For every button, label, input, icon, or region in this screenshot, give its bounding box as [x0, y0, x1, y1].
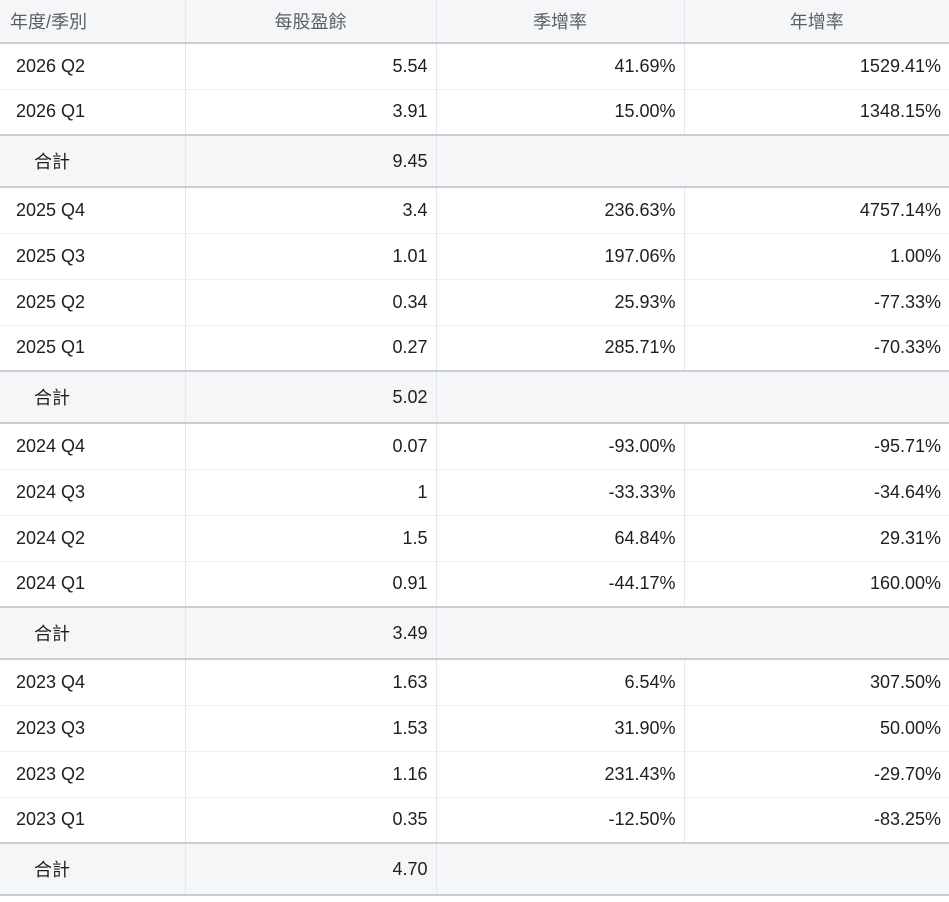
eps-cell: 1.01 [185, 233, 437, 280]
total-label: 合計 [0, 134, 186, 188]
table-row: 2026 Q1 3.91 15.00% 1348.15% [0, 89, 949, 136]
period-cell: 2023 Q4 [0, 659, 186, 706]
table-row: 2024 Q4 0.07 -93.00% -95.71% [0, 423, 949, 470]
yoy-cell: -29.70% [684, 751, 949, 798]
yoy-cell: -70.33% [684, 325, 949, 372]
qoq-cell: 41.69% [436, 43, 685, 90]
period-cell: 2023 Q3 [0, 705, 186, 752]
qoq-cell: -12.50% [436, 797, 685, 844]
period-cell: 2026 Q2 [0, 43, 186, 90]
eps-cell: 0.27 [185, 325, 437, 372]
total-blank-cell [436, 606, 949, 660]
total-label: 合計 [0, 606, 186, 660]
total-blank-cell [436, 842, 949, 896]
eps-cell: 1 [185, 469, 437, 516]
table-row: 2023 Q4 1.63 6.54% 307.50% [0, 659, 949, 706]
table-row: 2024 Q2 1.5 64.84% 29.31% [0, 515, 949, 562]
period-cell: 2024 Q2 [0, 515, 186, 562]
qoq-cell: 64.84% [436, 515, 685, 562]
period-cell: 2026 Q1 [0, 89, 186, 136]
table-row: 2025 Q1 0.27 285.71% -70.33% [0, 325, 949, 372]
total-row: 合計 4.70 [0, 842, 949, 896]
header-row: 年度/季別 每股盈餘 季增率 年增率 [0, 0, 949, 44]
table-row: 2026 Q2 5.54 41.69% 1529.41% [0, 43, 949, 90]
table-row: 2024 Q3 1 -33.33% -34.64% [0, 469, 949, 516]
yoy-cell: 160.00% [684, 561, 949, 608]
qoq-cell: 15.00% [436, 89, 685, 136]
yoy-cell: -77.33% [684, 279, 949, 326]
total-eps-value: 9.45 [185, 134, 437, 188]
eps-cell: 1.63 [185, 659, 437, 706]
qoq-cell: -44.17% [436, 561, 685, 608]
yoy-cell: 4757.14% [684, 187, 949, 234]
qoq-cell: -93.00% [436, 423, 685, 470]
period-cell: 2023 Q1 [0, 797, 186, 844]
total-eps-value: 5.02 [185, 370, 437, 424]
period-cell: 2023 Q2 [0, 751, 186, 798]
header-eps[interactable]: 每股盈餘 [185, 0, 437, 44]
qoq-cell: 231.43% [436, 751, 685, 798]
total-row: 合計 9.45 [0, 134, 949, 188]
eps-cell: 0.07 [185, 423, 437, 470]
qoq-cell: -33.33% [436, 469, 685, 516]
table-row: 2023 Q1 0.35 -12.50% -83.25% [0, 797, 949, 844]
table-row: 2024 Q1 0.91 -44.17% 160.00% [0, 561, 949, 608]
yoy-cell: 1.00% [684, 233, 949, 280]
qoq-cell: 6.54% [436, 659, 685, 706]
yoy-cell: 29.31% [684, 515, 949, 562]
yoy-cell: -95.71% [684, 423, 949, 470]
eps-cell: 0.35 [185, 797, 437, 844]
eps-cell: 3.4 [185, 187, 437, 234]
yoy-cell: -83.25% [684, 797, 949, 844]
eps-table: 年度/季別 每股盈餘 季增率 年增率 2026 Q2 5.54 41.69% 1529… [0, 0, 949, 896]
header-qoq[interactable]: 季增率 [436, 0, 685, 44]
table-header: 年度/季別 每股盈餘 季增率 年增率 [0, 0, 949, 44]
period-cell: 2025 Q2 [0, 279, 186, 326]
eps-cell: 5.54 [185, 43, 437, 90]
table-row: 2023 Q3 1.53 31.90% 50.00% [0, 705, 949, 752]
period-cell: 2025 Q1 [0, 325, 186, 372]
yoy-cell: 1348.15% [684, 89, 949, 136]
eps-cell: 0.34 [185, 279, 437, 326]
total-blank-cell [436, 134, 949, 188]
total-blank-cell [436, 370, 949, 424]
total-eps-value: 4.70 [185, 842, 437, 896]
qoq-cell: 285.71% [436, 325, 685, 372]
eps-cell: 1.16 [185, 751, 437, 798]
table-row: 2023 Q2 1.16 231.43% -29.70% [0, 751, 949, 798]
eps-cell: 1.53 [185, 705, 437, 752]
table-row: 2025 Q3 1.01 197.06% 1.00% [0, 233, 949, 280]
qoq-cell: 31.90% [436, 705, 685, 752]
period-cell: 2025 Q3 [0, 233, 186, 280]
eps-cell: 0.91 [185, 561, 437, 608]
eps-cell: 1.5 [185, 515, 437, 562]
period-cell: 2024 Q1 [0, 561, 186, 608]
total-label: 合計 [0, 370, 186, 424]
table-row: 2025 Q4 3.4 236.63% 4757.14% [0, 187, 949, 234]
eps-cell: 3.91 [185, 89, 437, 136]
qoq-cell: 236.63% [436, 187, 685, 234]
qoq-cell: 197.06% [436, 233, 685, 280]
table-body: 2026 Q2 5.54 41.69% 1529.41% 2026 Q1 3.91 15.0… [0, 43, 949, 896]
total-row: 合計 3.49 [0, 606, 949, 660]
qoq-cell: 25.93% [436, 279, 685, 326]
header-period[interactable]: 年度/季別 [0, 0, 186, 44]
total-eps-value: 3.49 [185, 606, 437, 660]
yoy-cell: 307.50% [684, 659, 949, 706]
total-row: 合計 5.02 [0, 370, 949, 424]
header-yoy[interactable]: 年增率 [684, 0, 949, 44]
period-cell: 2024 Q4 [0, 423, 186, 470]
period-cell: 2024 Q3 [0, 469, 186, 516]
yoy-cell: -34.64% [684, 469, 949, 516]
total-label: 合計 [0, 842, 186, 896]
table-row: 2025 Q2 0.34 25.93% -77.33% [0, 279, 949, 326]
yoy-cell: 1529.41% [684, 43, 949, 90]
period-cell: 2025 Q4 [0, 187, 186, 234]
yoy-cell: 50.00% [684, 705, 949, 752]
